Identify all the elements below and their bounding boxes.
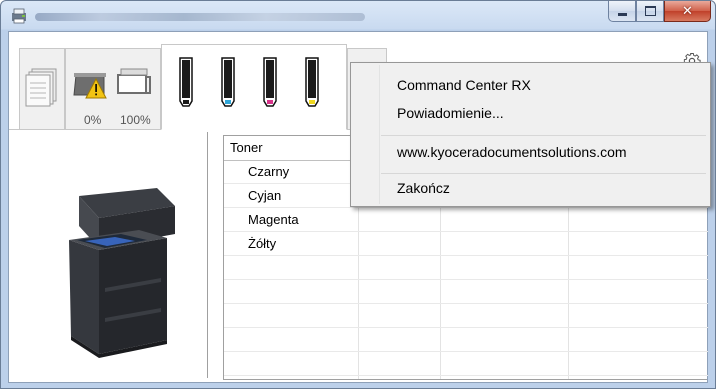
context-menu: Command Center RX Powiadomienie... www.k… xyxy=(350,62,711,207)
printer-image xyxy=(69,188,175,358)
column-header[interactable]: Toner xyxy=(224,136,358,160)
minimize-button[interactable] xyxy=(608,1,636,22)
app-window: ✕ 0% 100% Toner Czarny Cyjan Magenta Żół… xyxy=(0,0,716,389)
maximize-icon xyxy=(644,6,656,16)
table-row[interactable] xyxy=(224,328,708,352)
row-label: Czarny xyxy=(248,164,290,179)
panel-divider xyxy=(207,132,208,378)
table-row[interactable] xyxy=(224,352,708,376)
menu-separator xyxy=(381,173,706,174)
tray-1-level: 0% xyxy=(84,113,102,127)
close-button[interactable]: ✕ xyxy=(664,1,711,22)
tray-icon xyxy=(117,68,151,94)
window-title xyxy=(35,13,365,21)
toner-black-icon xyxy=(179,57,193,107)
tray-2-level: 100% xyxy=(120,113,151,127)
title-bar[interactable]: ✕ xyxy=(1,1,715,31)
tab-toner[interactable] xyxy=(161,44,347,130)
toner-cyan-icon xyxy=(221,57,235,107)
printer-app-icon xyxy=(12,8,26,24)
tab-paper-stack[interactable] xyxy=(19,48,65,130)
row-label: Cyjan xyxy=(248,188,282,203)
close-icon: ✕ xyxy=(682,3,693,19)
menu-item-website[interactable]: www.kyoceradocumentsolutions.com xyxy=(353,139,708,165)
paper-stack-icon xyxy=(25,68,57,107)
tab-paper-trays[interactable]: 0% 100% xyxy=(65,48,161,130)
maximize-button[interactable] xyxy=(636,1,664,22)
menu-item-exit[interactable]: Zakończ xyxy=(353,175,708,201)
minimize-icon xyxy=(617,12,627,16)
toner-magenta-icon xyxy=(263,57,277,107)
toner-yellow-icon xyxy=(305,57,319,107)
table-row[interactable] xyxy=(224,304,708,328)
menu-separator xyxy=(381,135,706,136)
table-row[interactable]: Żółty xyxy=(224,232,708,256)
table-row[interactable]: Magenta xyxy=(224,208,708,232)
table-row[interactable] xyxy=(224,280,708,304)
menu-item-command-center[interactable]: Command Center RX xyxy=(353,72,708,98)
table-row[interactable] xyxy=(224,256,708,280)
row-label: Magenta xyxy=(248,212,299,227)
tray-warning-icon xyxy=(73,73,107,99)
row-label: Żółty xyxy=(248,236,277,251)
menu-item-notification[interactable]: Powiadomienie... xyxy=(353,100,708,126)
